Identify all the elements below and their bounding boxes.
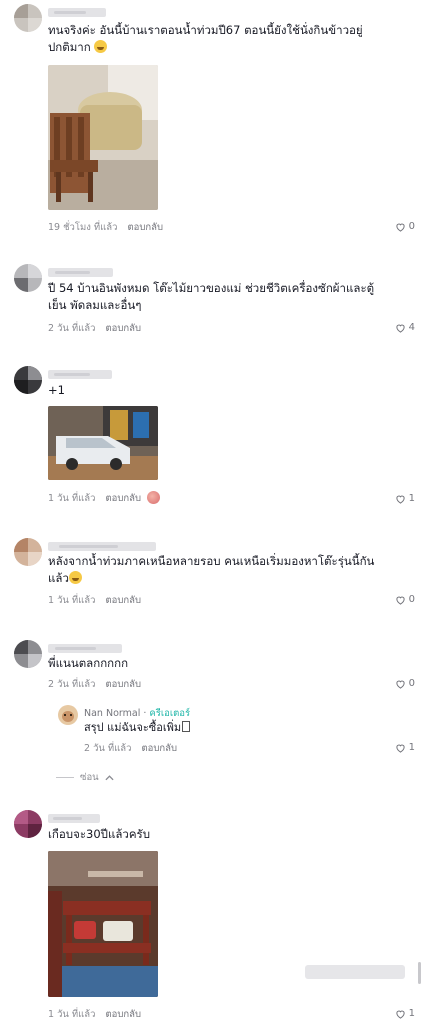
username-blurred[interactable] xyxy=(48,268,113,277)
creator-badge: ครีเอเตอร์ xyxy=(149,708,191,719)
comment-meta: 2 วัน ที่แล้ว ตอบกลับ xyxy=(48,321,141,336)
comment-meta: 1 วัน ที่แล้ว ตอบกลับ xyxy=(48,1007,141,1022)
comment-text: +1 xyxy=(48,383,65,397)
reply-button[interactable]: ตอบกลับ xyxy=(105,595,141,606)
reply-button[interactable]: ตอบกลับ xyxy=(127,222,163,233)
comment-time: 19 ชั่วโมง ที่แล้ว xyxy=(48,222,118,233)
username-blurred[interactable] xyxy=(48,370,112,379)
heart-outline-icon xyxy=(395,223,405,232)
comment-time: 2 วัน ที่แล้ว xyxy=(48,679,96,690)
heart-outline-icon xyxy=(395,495,405,504)
sticker-icon xyxy=(146,491,160,504)
like-button[interactable]: 1 xyxy=(395,493,415,504)
chevron-up-icon xyxy=(105,774,114,780)
creator-name-line: Nan Normal · ครีเอเตอร์ xyxy=(84,706,190,721)
comment-meta: 1 วัน ที่แล้ว ตอบกลับ xyxy=(48,491,160,506)
creator-avatar[interactable] xyxy=(58,705,78,725)
like-button[interactable]: 0 xyxy=(395,221,415,232)
comment-meta: 2 วัน ที่แล้ว ตอบกลับ xyxy=(48,677,141,692)
like-count: 0 xyxy=(408,221,415,232)
like-button[interactable]: 0 xyxy=(395,678,415,689)
avatar[interactable] xyxy=(14,640,42,668)
heart-outline-icon xyxy=(395,596,405,605)
like-count: 1 xyxy=(408,1008,415,1019)
scrollbar-thumb[interactable] xyxy=(418,962,421,984)
hide-replies-label: ซ่อน xyxy=(80,772,99,783)
like-count: 1 xyxy=(408,493,415,504)
comment-time: 1 วัน ที่แล้ว xyxy=(48,493,96,504)
reply-button[interactable]: ตอบกลับ xyxy=(105,679,141,690)
avatar[interactable] xyxy=(14,264,42,292)
heart-outline-icon xyxy=(395,1010,405,1019)
comment-text: ทนจริงค่ะ อันนี้บ้านเราตอนน้ำท่วมปี67 ตอ… xyxy=(48,23,363,54)
like-count: 0 xyxy=(408,678,415,689)
comment-meta: 19 ชั่วโมง ที่แล้ว ตอบกลับ xyxy=(48,220,163,235)
comment-meta: 1 วัน ที่แล้ว ตอบกลับ xyxy=(48,593,141,608)
like-count: 4 xyxy=(408,322,415,333)
heart-outline-icon xyxy=(395,744,405,753)
username-blurred[interactable] xyxy=(48,8,106,17)
like-button[interactable]: 1 xyxy=(395,742,415,753)
reply-text: สรุป แม่ฉันจะซื้อเพิ่ม xyxy=(84,720,191,736)
reply-time: 2 วัน ที่แล้ว xyxy=(84,743,132,754)
comment-text: เกือบจะ30ปีแล้วครับ xyxy=(48,827,151,841)
reply-meta: 2 วัน ที่แล้ว ตอบกลับ xyxy=(84,741,177,756)
like-button[interactable]: 0 xyxy=(395,594,415,605)
wooden-bench-image xyxy=(48,851,158,997)
hide-replies-button[interactable]: ซ่อน xyxy=(56,770,114,785)
reply-button[interactable]: ตอบกลับ xyxy=(105,1009,141,1020)
heart-outline-icon xyxy=(395,324,405,333)
comment-photo[interactable] xyxy=(48,65,158,210)
like-count: 0 xyxy=(408,594,415,605)
comment-time: 1 วัน ที่แล้ว xyxy=(48,1009,96,1020)
avatar[interactable] xyxy=(14,810,42,838)
reply-button[interactable]: ตอบกลับ xyxy=(105,323,141,334)
divider-line xyxy=(56,777,74,778)
avatar[interactable] xyxy=(14,538,42,566)
avatar[interactable] xyxy=(14,4,42,32)
avatar[interactable] xyxy=(14,366,42,394)
reply-button[interactable]: ตอบกลับ xyxy=(141,743,177,754)
room-with-chair-image xyxy=(48,65,158,210)
comment-text: หลังจากน้ำท่วมภาคเหนือหลายรอบ คนเหนือเริ… xyxy=(48,554,375,585)
comment-text: พี่แนนตลกกกกก xyxy=(48,656,129,670)
flooded-car-image xyxy=(48,406,158,480)
comment-text: ปี 54 บ้านอินพังหมด โต๊ะไม้ยาวของแม่ ช่ว… xyxy=(48,281,375,312)
nested-reply: Nan Normal · ครีเอเตอร์ สรุป แม่ฉันจะซื้… xyxy=(56,703,423,763)
comment-time: 2 วัน ที่แล้ว xyxy=(48,323,96,334)
creator-username[interactable]: Nan Normal xyxy=(84,708,140,719)
reply-button[interactable]: ตอบกลับ xyxy=(105,493,141,504)
like-button[interactable]: 4 xyxy=(395,322,415,333)
blurred-watermark xyxy=(305,965,405,979)
grin-emoji-icon xyxy=(94,40,108,53)
comment-photo[interactable] xyxy=(48,851,158,997)
username-blurred[interactable] xyxy=(48,644,122,653)
username-blurred[interactable] xyxy=(48,542,156,551)
like-count: 1 xyxy=(408,742,415,753)
comment-photo[interactable] xyxy=(48,406,158,480)
broken-glyph-icon xyxy=(182,721,191,732)
like-button[interactable]: 1 xyxy=(395,1008,415,1019)
heart-outline-icon xyxy=(395,680,405,689)
grin-emoji-icon xyxy=(68,571,82,584)
username-blurred[interactable] xyxy=(48,814,100,823)
comment-time: 1 วัน ที่แล้ว xyxy=(48,595,96,606)
